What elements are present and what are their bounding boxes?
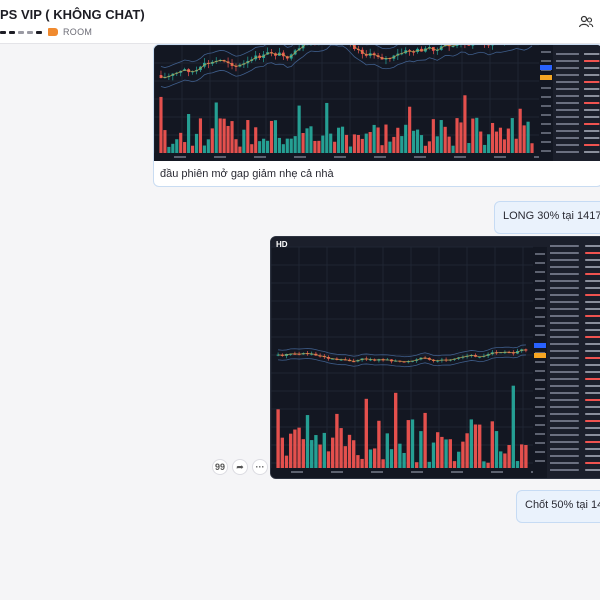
blurred-member-avatars — [0, 30, 42, 34]
message-bubble[interactable]: LONG 30% tại 1417,x n — [494, 201, 600, 234]
more-icon[interactable]: ··· — [252, 459, 268, 475]
quote-icon[interactable]: 99 — [212, 459, 228, 475]
forward-icon[interactable]: ➦ — [232, 459, 248, 475]
room-type-label: ROOM — [63, 27, 93, 37]
hd-badge: HD — [276, 240, 288, 249]
chart-screenshot[interactable]: HD — [271, 237, 600, 478]
room-title[interactable]: PS VIP ( KHÔNG CHAT) — [0, 7, 145, 22]
message-bubble[interactable]: Chốt 50% tại 142 — [516, 490, 600, 523]
chat-header: PS VIP ( KHÔNG CHAT) ROOM — [0, 0, 600, 44]
chart-screenshot[interactable] — [154, 45, 600, 161]
chart-canvas — [154, 45, 600, 161]
room-meta: ROOM — [0, 25, 92, 39]
message-image-caption[interactable]: đầu phiên mở gap giảm nhẹ cả nhà — [153, 44, 600, 187]
message-image[interactable]: HD — [270, 236, 600, 479]
room-tag-icon — [48, 28, 58, 36]
chart-canvas — [271, 237, 600, 478]
message-caption: đầu phiên mở gap giảm nhẹ cả nhà — [160, 168, 334, 180]
members-icon[interactable] — [578, 14, 594, 30]
message-actions: 99 ➦ ··· — [212, 459, 268, 475]
